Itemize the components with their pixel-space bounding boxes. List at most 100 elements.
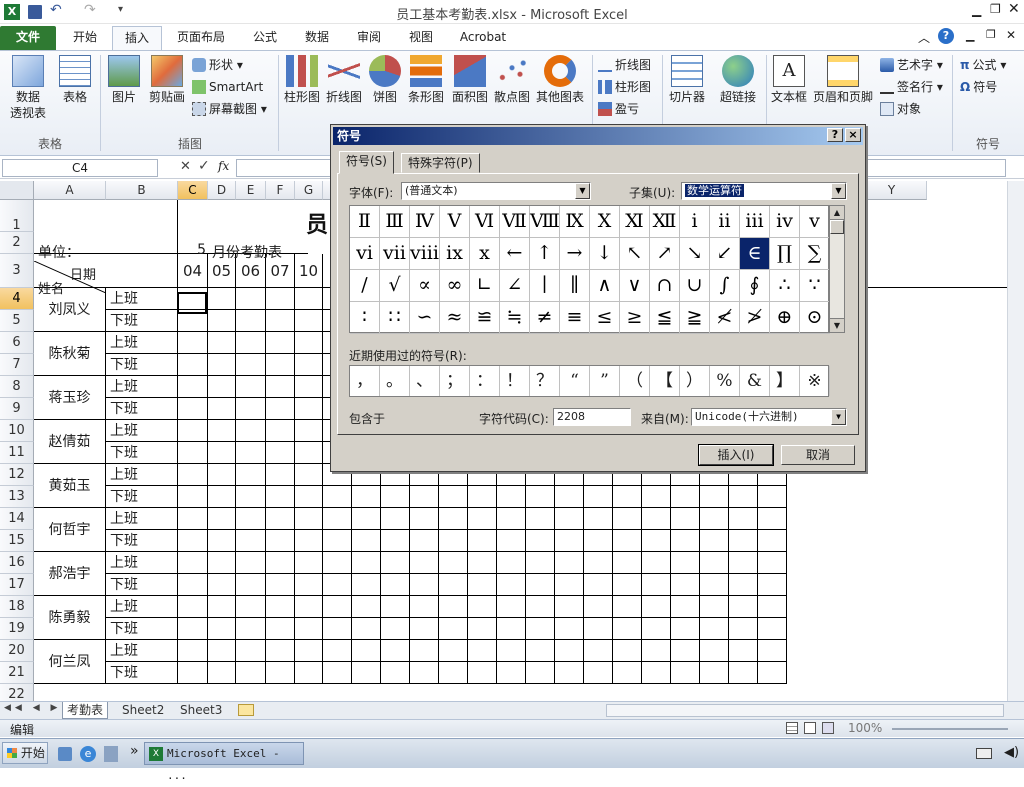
- scroll-down-icon[interactable]: ▼: [830, 318, 844, 332]
- attendance-cell[interactable]: [700, 596, 729, 618]
- attendance-cell[interactable]: [381, 618, 410, 640]
- attendance-cell[interactable]: [381, 508, 410, 530]
- attendance-cell[interactable]: [381, 552, 410, 574]
- attendance-cell[interactable]: [208, 332, 236, 354]
- taskbar-more-icon[interactable]: »: [130, 743, 139, 759]
- attendance-cell[interactable]: [236, 530, 266, 552]
- tab-symbols[interactable]: 符号(S): [339, 151, 394, 174]
- shift-off[interactable]: 下班: [106, 442, 178, 464]
- attendance-cell[interactable]: [671, 574, 700, 596]
- sheet-tab-sheet3[interactable]: Sheet3: [176, 702, 226, 719]
- attendance-cell[interactable]: [381, 662, 410, 684]
- symbol-cell[interactable]: ⅰ: [680, 206, 710, 238]
- attendance-cell[interactable]: [208, 398, 236, 420]
- attendance-cell[interactable]: [178, 508, 208, 530]
- attendance-cell[interactable]: [381, 640, 410, 662]
- font-dropdown-icon[interactable]: ▼: [575, 183, 590, 199]
- attendance-cell[interactable]: [208, 574, 236, 596]
- page-layout-view-icon[interactable]: [804, 722, 816, 734]
- recent-symbol-cell[interactable]: 】: [770, 366, 800, 396]
- attendance-cell[interactable]: [758, 508, 787, 530]
- attendance-cell[interactable]: [178, 464, 208, 486]
- attendance-cell[interactable]: [584, 640, 613, 662]
- attendance-cell[interactable]: [236, 640, 266, 662]
- employee-name[interactable]: 郝浩宇: [34, 552, 106, 596]
- subset-select[interactable]: 数学运算符 ▼: [681, 182, 847, 200]
- attendance-cell[interactable]: [352, 574, 381, 596]
- row-header[interactable]: 8: [0, 376, 34, 398]
- recent-symbol-cell[interactable]: 、: [410, 366, 440, 396]
- attendance-cell[interactable]: [236, 508, 266, 530]
- hyperlink-button[interactable]: 超链接: [714, 55, 762, 105]
- attendance-cell[interactable]: [468, 530, 497, 552]
- cancel-button[interactable]: 取消: [781, 445, 855, 465]
- symbol-cell[interactable]: ∝: [410, 270, 440, 302]
- attendance-cell[interactable]: [758, 574, 787, 596]
- attendance-cell[interactable]: [323, 508, 352, 530]
- symbol-cell[interactable]: ↑: [530, 238, 560, 270]
- symbol-cell[interactable]: ∧: [590, 270, 620, 302]
- symbol-cell[interactable]: ≌: [470, 302, 500, 334]
- employee-name[interactable]: 蒋玉珍: [34, 376, 106, 420]
- dialog-help-button[interactable]: ?: [827, 128, 843, 142]
- row-header[interactable]: 5: [0, 310, 34, 332]
- attendance-cell[interactable]: [758, 552, 787, 574]
- attendance-cell[interactable]: [468, 662, 497, 684]
- symbol-cell[interactable]: ≈: [440, 302, 470, 334]
- symbol-cell[interactable]: ≯: [740, 302, 770, 334]
- desktop-icon[interactable]: [58, 747, 72, 761]
- attendance-cell[interactable]: [208, 552, 236, 574]
- attendance-cell[interactable]: [613, 596, 642, 618]
- attendance-cell[interactable]: [671, 530, 700, 552]
- symbol-cell[interactable]: ∷: [380, 302, 410, 334]
- symbol-cell[interactable]: ←: [500, 238, 530, 270]
- tab-file[interactable]: 文件: [0, 26, 56, 50]
- doc-restore-icon[interactable]: ❐: [986, 28, 996, 41]
- attendance-cell[interactable]: [729, 662, 758, 684]
- attendance-cell[interactable]: [439, 640, 468, 662]
- attendance-cell[interactable]: [381, 596, 410, 618]
- recent-symbol-cell[interactable]: &: [740, 366, 770, 396]
- attendance-cell[interactable]: [266, 376, 295, 398]
- area-chart-button[interactable]: 面积图: [450, 55, 490, 105]
- attendance-cell[interactable]: [410, 552, 439, 574]
- attendance-cell[interactable]: [381, 486, 410, 508]
- attendance-cell[interactable]: [266, 640, 295, 662]
- attendance-cell[interactable]: [323, 662, 352, 684]
- attendance-cell[interactable]: [295, 376, 323, 398]
- attendance-cell[interactable]: [352, 486, 381, 508]
- attendance-cell[interactable]: [584, 530, 613, 552]
- ie-icon[interactable]: e: [80, 746, 96, 762]
- attendance-cell[interactable]: [208, 420, 236, 442]
- attendance-cell[interactable]: [295, 640, 323, 662]
- normal-view-icon[interactable]: [786, 722, 798, 734]
- attendance-cell[interactable]: [295, 574, 323, 596]
- attendance-cell[interactable]: [439, 530, 468, 552]
- row-header[interactable]: 19: [0, 618, 34, 640]
- attendance-cell[interactable]: [526, 552, 555, 574]
- attendance-cell[interactable]: [208, 310, 236, 332]
- attendance-cell[interactable]: [352, 640, 381, 662]
- attendance-cell[interactable]: [410, 530, 439, 552]
- line-chart-button[interactable]: 折线图: [324, 55, 364, 105]
- attendance-cell[interactable]: [555, 618, 584, 640]
- attendance-cell[interactable]: [236, 552, 266, 574]
- attendance-cell[interactable]: [410, 486, 439, 508]
- symbol-cell[interactable]: ≡: [560, 302, 590, 334]
- attendance-cell[interactable]: [555, 552, 584, 574]
- attendance-cell[interactable]: [613, 552, 642, 574]
- attendance-cell[interactable]: [266, 420, 295, 442]
- attendance-cell[interactable]: [700, 662, 729, 684]
- attendance-cell[interactable]: [236, 596, 266, 618]
- recent-symbol-cell[interactable]: ，: [350, 366, 380, 396]
- attendance-cell[interactable]: [208, 640, 236, 662]
- recent-symbol-cell[interactable]: ：: [470, 366, 500, 396]
- attendance-cell[interactable]: [178, 662, 208, 684]
- title-row-left[interactable]: [34, 200, 178, 232]
- smartart-button[interactable]: SmartArt: [192, 79, 263, 97]
- attendance-cell[interactable]: [295, 596, 323, 618]
- attendance-cell[interactable]: [700, 574, 729, 596]
- attendance-cell[interactable]: [555, 640, 584, 662]
- attendance-cell[interactable]: [266, 442, 295, 464]
- attendance-cell[interactable]: [468, 508, 497, 530]
